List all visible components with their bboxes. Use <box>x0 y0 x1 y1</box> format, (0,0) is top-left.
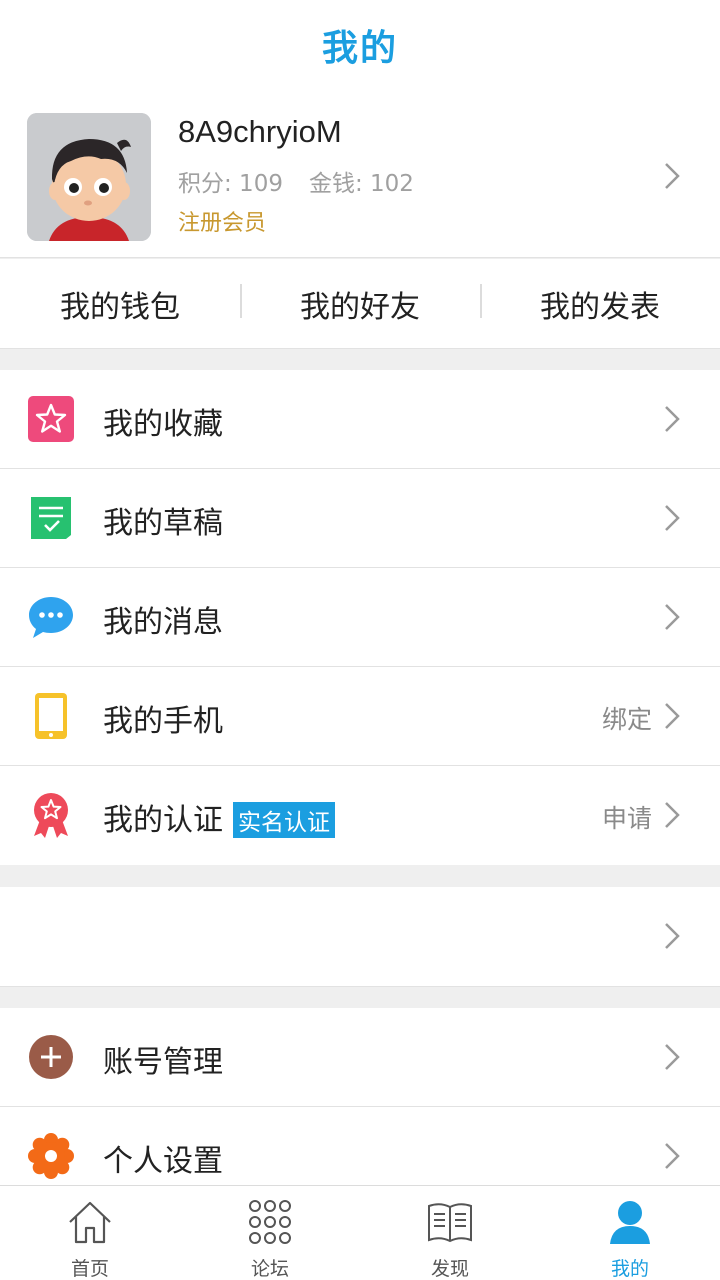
menu-group-empty <box>0 887 720 987</box>
chevron-right-icon <box>664 405 680 433</box>
menu-group-main: 我的收藏 我的草稿 我的消息 我的手机 绑定 我的认证 实名认证 申请 <box>0 370 720 865</box>
chevron-right-icon <box>664 702 680 730</box>
tab-label: 论坛 <box>250 1258 289 1280</box>
tab-discover[interactable]: 发现 <box>360 1186 540 1280</box>
bind-status: 绑定 <box>601 705 652 734</box>
member-level: 注册会员 <box>178 211 267 236</box>
real-name-tag: 实名认证 <box>233 801 335 838</box>
menu-item-messages[interactable]: 我的消息 <box>0 568 720 667</box>
grid-dots-icon <box>246 1198 294 1246</box>
menu-item-verification[interactable]: 我的认证 实名认证 申请 <box>0 766 720 865</box>
cartoon-boy-avatar-icon <box>27 113 151 241</box>
home-icon <box>66 1198 114 1246</box>
posts-link[interactable]: 我的发表 <box>480 282 720 326</box>
chevron-right-icon <box>664 162 680 190</box>
tab-home[interactable]: 首页 <box>0 1186 180 1280</box>
menu-item-label: 账号管理 <box>103 1045 223 1080</box>
star-icon <box>28 396 74 442</box>
chevron-right-icon <box>664 1142 680 1170</box>
username: 8A9chryioM <box>178 114 342 149</box>
menu-item-account-management[interactable]: 账号管理 <box>0 1008 720 1107</box>
verification-label: 我的认证 <box>103 803 223 838</box>
menu-group-account: 账号管理 个人设置 <box>0 1008 720 1206</box>
phone-icon <box>28 693 74 739</box>
chevron-right-icon <box>664 922 680 950</box>
tab-forum[interactable]: 论坛 <box>180 1186 360 1280</box>
bottom-tab-bar: 首页 论坛 发现 我的 <box>0 1185 720 1280</box>
book-icon <box>426 1198 474 1246</box>
money-label: 金钱: 102 <box>308 171 414 197</box>
friends-link[interactable]: 我的好友 <box>240 282 480 326</box>
badge-icon <box>28 792 74 838</box>
quick-links: 我的钱包 我的好友 我的发表 <box>0 259 720 349</box>
menu-item-label: 我的手机 <box>103 704 223 739</box>
profile-card[interactable]: 8A9chryioM 积分: 109 金钱: 102 注册会员 <box>0 90 720 258</box>
top-bar: 我的 <box>0 0 720 90</box>
chat-bubble-icon <box>28 594 74 640</box>
chevron-right-icon <box>664 603 680 631</box>
menu-item-label: 个人设置 <box>103 1144 223 1179</box>
flower-gear-icon <box>28 1133 74 1179</box>
menu-item-phone[interactable]: 我的手机 绑定 <box>0 667 720 766</box>
menu-item-label: 我的收藏 <box>103 407 223 442</box>
menu-item-label: 我的认证 实名认证 <box>103 795 335 840</box>
plus-circle-icon <box>28 1034 74 1080</box>
avatar[interactable] <box>27 113 151 241</box>
menu-item-empty[interactable] <box>0 887 720 986</box>
user-icon <box>606 1198 654 1246</box>
wallet-link[interactable]: 我的钱包 <box>0 282 240 326</box>
tab-label: 首页 <box>70 1258 109 1280</box>
apply-status: 申请 <box>601 804 652 833</box>
menu-item-label: 我的消息 <box>103 605 223 640</box>
chevron-right-icon <box>664 504 680 532</box>
tab-label: 我的 <box>610 1258 649 1280</box>
chevron-right-icon <box>664 801 680 829</box>
chevron-right-icon <box>664 1043 680 1071</box>
draft-icon <box>28 495 74 541</box>
page-title: 我的 <box>321 28 398 69</box>
menu-item-favorites[interactable]: 我的收藏 <box>0 370 720 469</box>
tab-label: 发现 <box>430 1258 469 1280</box>
points-label: 积分: 109 <box>178 171 283 197</box>
menu-item-label: 我的草稿 <box>103 506 223 541</box>
user-stats: 积分: 109 金钱: 102 <box>178 164 414 198</box>
menu-item-drafts[interactable]: 我的草稿 <box>0 469 720 568</box>
tab-mine[interactable]: 我的 <box>540 1186 720 1280</box>
